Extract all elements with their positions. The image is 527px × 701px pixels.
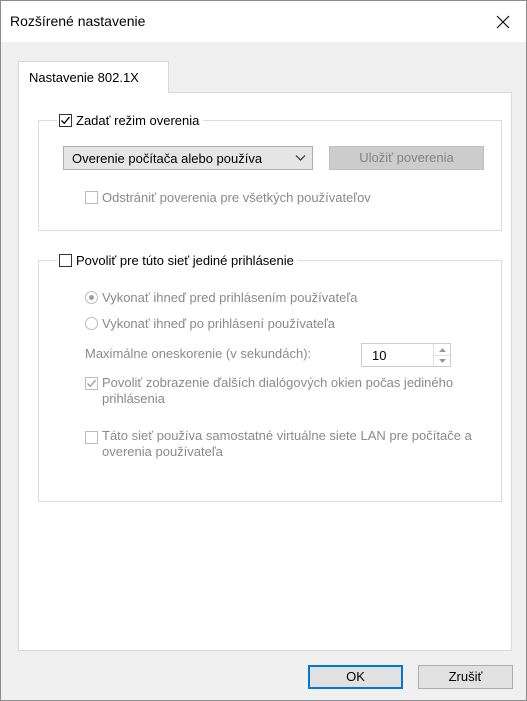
checkmark-icon [61, 116, 71, 124]
radio-after-logon-button[interactable] [85, 317, 98, 330]
cancel-button[interactable]: Zrušiť [418, 665, 513, 689]
radio-selected-dot [89, 295, 94, 300]
sso-checkbox[interactable] [59, 253, 72, 267]
auth-mode-checkbox-label: Zadať režim overenia [76, 112, 200, 128]
auth-mode-legend: Zadať režim overenia [57, 112, 204, 128]
auth-mode-group [38, 120, 502, 231]
radio-after-logon[interactable]: Vykonať ihneď po prihlásení používateľa [85, 316, 335, 331]
auth-mode-select-value: Overenie počítača alebo používa [72, 151, 263, 166]
radio-before-logon-button[interactable] [85, 291, 98, 304]
max-delay-value: 10 [372, 348, 387, 363]
close-icon [496, 15, 510, 28]
stepper-down-button[interactable] [434, 355, 450, 366]
radio-after-logon-label: Vykonať ihneď po prihlásení používateľa [102, 316, 335, 331]
max-delay-label: Maximálne oneskorenie (v sekundách): [85, 346, 312, 361]
radio-before-logon-label: Vykonať ihneď pred prihlásením používate… [102, 290, 358, 305]
checkmark-icon [87, 379, 97, 388]
radio-before-logon[interactable]: Vykonať ihneď pred prihlásením používate… [85, 290, 357, 305]
save-credentials-button[interactable]: Uložiť poverenia [329, 146, 484, 170]
triangle-down-icon [438, 358, 446, 363]
ok-button[interactable]: OK [308, 665, 403, 689]
allow-dialogs-checkbox[interactable] [85, 377, 98, 390]
remove-credentials-option[interactable]: Odstrániť poverenia pre všetkých používa… [85, 190, 371, 205]
remove-credentials-checkbox[interactable] [85, 191, 98, 204]
separate-vlan-label: Táto sieť používa samostatné virtuálne s… [102, 428, 472, 459]
window-title: Rozšírené nastavenie [10, 13, 146, 29]
tab-802-1x-settings[interactable]: Nastavenie 802.1X [18, 61, 169, 93]
title-bar[interactable]: Rozšírené nastavenie [1, 1, 526, 42]
sso-legend: Povoliť pre túto sieť jediné prihlásenie [57, 252, 298, 268]
chevron-down-icon [295, 155, 306, 161]
allow-dialogs-label: Povoliť zobrazenie ďalších dialógových o… [102, 375, 454, 406]
stepper-buttons [433, 344, 450, 366]
close-button[interactable] [480, 1, 526, 42]
max-delay-stepper[interactable]: 10 [361, 343, 451, 367]
separate-vlan-checkbox[interactable] [85, 431, 98, 444]
advanced-settings-dialog: Rozšírené nastavenie Nastavenie 802.1X Z… [0, 0, 527, 701]
sso-checkbox-label: Povoliť pre túto sieť jediné prihlásenie [76, 252, 294, 268]
triangle-up-icon [438, 347, 446, 352]
auth-mode-select[interactable]: Overenie počítača alebo používa [63, 146, 313, 170]
tab-label: Nastavenie 802.1X [29, 70, 139, 85]
auth-mode-checkbox[interactable] [59, 113, 72, 127]
remove-credentials-label: Odstrániť poverenia pre všetkých používa… [102, 190, 371, 205]
